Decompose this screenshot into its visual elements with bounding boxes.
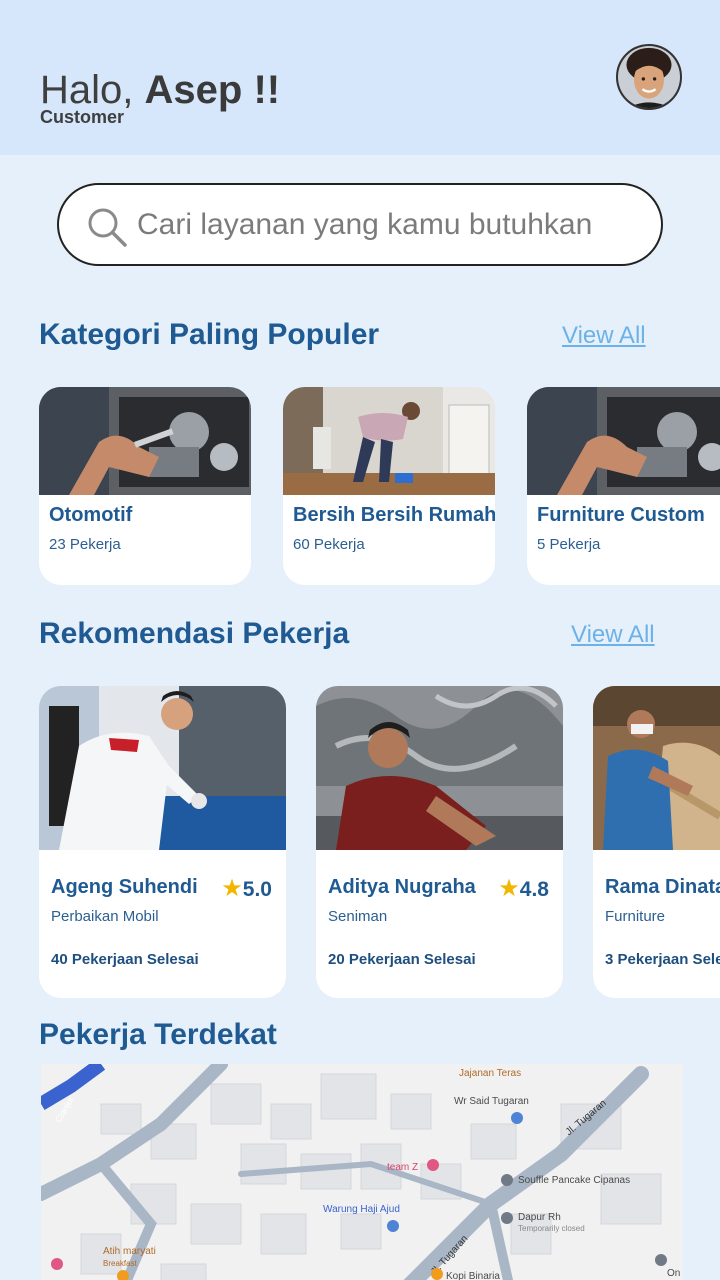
avatar[interactable] bbox=[616, 44, 682, 110]
section-title-categories: Kategori Paling Populer bbox=[39, 318, 380, 351]
worker-jobs-done: 40 Pekerjaan Selesai bbox=[51, 951, 199, 968]
worker-photo bbox=[39, 686, 286, 850]
worker-job: Seniman bbox=[328, 908, 388, 925]
user-name: Asep !! bbox=[144, 68, 281, 112]
worker-photo bbox=[316, 686, 563, 850]
svg-text:Jajanan Teras: Jajanan Teras bbox=[459, 1068, 521, 1079]
worker-rating: ★5.0 bbox=[221, 875, 272, 902]
greeting: Halo, Asep !! bbox=[40, 68, 281, 112]
view-all-categories-link[interactable]: View All bbox=[562, 322, 646, 350]
category-name: Furniture Custom bbox=[537, 504, 705, 526]
star-icon: ★ bbox=[498, 875, 520, 902]
nearby-map[interactable]: Jajanan Teras Wr Said Tugaran Jl. Tugara… bbox=[41, 1064, 683, 1280]
section-title-nearby: Pekerja Terdekat bbox=[39, 1018, 277, 1051]
category-image-furniture bbox=[527, 387, 720, 495]
worker-job: Furniture bbox=[605, 908, 666, 925]
search-icon bbox=[88, 208, 127, 247]
category-image-otomotif bbox=[39, 387, 251, 495]
category-name: Bersih Bersih Rumah bbox=[293, 504, 495, 526]
category-card-furniture[interactable]: Furniture Custom 5 Pekerja bbox=[527, 387, 720, 585]
svg-text:Warung Haji Ajud: Warung Haji Ajud bbox=[323, 1204, 400, 1215]
svg-text:On: On bbox=[667, 1268, 680, 1279]
star-icon: ★ bbox=[221, 875, 243, 902]
section-title-recommendations: Rekomendasi Pekerja bbox=[39, 617, 350, 650]
worker-jobs-done: 20 Pekerjaan Selesai bbox=[328, 951, 476, 968]
worker-card-rama[interactable]: Rama Dinata Furniture 3 Pekerjaan Selesa… bbox=[593, 686, 720, 998]
svg-text:Kopi Binaria: Kopi Binaria bbox=[446, 1271, 500, 1280]
worker-name: Aditya Nugraha bbox=[328, 876, 476, 898]
svg-text:Breakfast: Breakfast bbox=[103, 1259, 138, 1268]
search-bar[interactable] bbox=[57, 183, 663, 266]
view-all-recommendations-link[interactable]: View All bbox=[571, 621, 655, 649]
worker-job: Perbaikan Mobil bbox=[51, 908, 159, 925]
category-count: 60 Pekerja bbox=[293, 536, 365, 553]
worker-jobs-done: 3 Pekerjaan Selesai bbox=[605, 951, 720, 968]
svg-text:Temporarily closed: Temporarily closed bbox=[518, 1224, 585, 1233]
worker-rating: ★4.8 bbox=[498, 875, 549, 902]
user-role: Customer bbox=[40, 107, 125, 127]
category-count: 23 Pekerja bbox=[49, 536, 121, 553]
category-card-bersih-rumah[interactable]: Bersih Bersih Rumah 60 Pekerja bbox=[283, 387, 495, 585]
svg-text:Dapur Rh: Dapur Rh bbox=[518, 1212, 561, 1223]
category-image-cleaning bbox=[283, 387, 495, 495]
worker-name: Ageng Suhendi bbox=[51, 876, 198, 898]
category-name: Otomotif bbox=[49, 504, 133, 526]
worker-card-ageng[interactable]: Ageng Suhendi ★5.0 Perbaikan Mobil 40 Pe… bbox=[39, 686, 286, 998]
category-count: 5 Pekerja bbox=[537, 536, 601, 553]
category-card-otomotif[interactable]: Otomotif 23 Pekerja bbox=[39, 387, 251, 585]
svg-text:Souffle Pancake Cipanas: Souffle Pancake Cipanas bbox=[518, 1175, 630, 1186]
svg-text:Wr Said Tugaran: Wr Said Tugaran bbox=[454, 1096, 529, 1107]
svg-text:Atih maryati: Atih maryati bbox=[103, 1246, 156, 1257]
search-input[interactable] bbox=[137, 203, 637, 247]
worker-photo bbox=[593, 686, 720, 850]
svg-text:team Z: team Z bbox=[387, 1162, 418, 1173]
worker-name: Rama Dinata bbox=[605, 876, 720, 898]
worker-card-aditya[interactable]: Aditya Nugraha ★4.8 Seniman 20 Pekerjaan… bbox=[316, 686, 563, 998]
